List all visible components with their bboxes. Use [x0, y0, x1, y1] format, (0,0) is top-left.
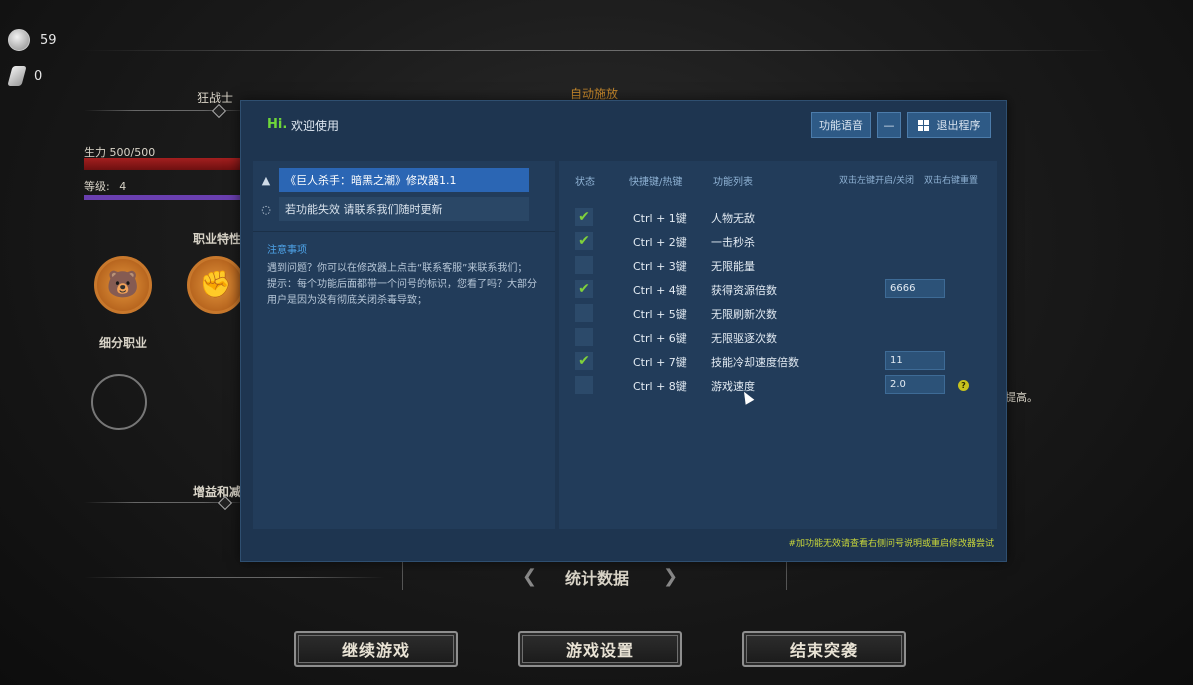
feature-label: 技能冷却速度倍数 [711, 356, 799, 369]
crystal-shard-icon [7, 66, 27, 86]
gear-icon: ◌ [261, 202, 271, 216]
cheat-row[interactable]: ✔ Ctrl + 4键 获得资源倍数 [559, 277, 997, 301]
col-toggle-hint: 双击左键开启/关闭 [839, 176, 915, 186]
stats-sep-right [786, 560, 787, 590]
col-status: 状态 [575, 177, 595, 188]
trainer-header: Hi. 欢迎使用 功能语音 — 退出程序 [241, 101, 1006, 149]
fist-medal-icon[interactable]: ✊ [187, 256, 245, 314]
cheat-row[interactable]: ✔ Ctrl + 1键 人物无敌 [559, 205, 997, 229]
level-value: 4 [119, 180, 127, 193]
col-features: 功能列表 [713, 177, 753, 188]
status-checkbox[interactable]: ✔ [575, 280, 593, 298]
buffs-label: 增益和减 [193, 485, 242, 499]
footer-note: #加功能无效请查看右侧问号说明或重启修改器尝试 [788, 539, 994, 549]
feature-label: 获得资源倍数 [711, 284, 777, 297]
help-question-icon[interactable]: ? [958, 380, 969, 391]
cheat-row[interactable]: Ctrl + 6键 无限驱逐次数 [559, 325, 997, 349]
game-settings-button[interactable]: 游戏设置 [518, 631, 682, 667]
bear-medal-icon[interactable]: 🐻 [94, 256, 152, 314]
cheat-row[interactable]: Ctrl + 8键 游戏速度 ? [559, 373, 997, 397]
status-checkbox[interactable] [575, 376, 593, 394]
col-hotkey: 快捷键/热键 [629, 177, 683, 188]
class-diamond [211, 103, 227, 119]
menu-item-update-label: 若功能失效 请联系我们随时更新 [279, 197, 529, 221]
notes-section: 注意事项 遇到问题？你可以在修改器上点击“联系客服”来联系我们；提示：每个功能后… [267, 243, 537, 309]
voice-button[interactable]: 功能语音 [811, 112, 871, 138]
status-checkbox[interactable]: ✔ [575, 232, 593, 250]
left-panel: ▲ 《巨人杀手：暗黑之潮》修改器1.1 ◌ 若功能失效 请联系我们随时更新 注意… [253, 161, 555, 529]
hotkey-label: Ctrl + 5键 [633, 308, 687, 321]
cheat-list-panel: 状态 快捷键/热键 功能列表 双击左键开启/关闭 双击右键重置 ✔ Ctrl +… [559, 161, 997, 529]
welcome-label: 欢迎使用 [291, 119, 340, 133]
stats-divider-left [84, 577, 384, 578]
level-row: 等级: 4 [84, 178, 126, 194]
stats-title: 统计数据 [565, 569, 630, 588]
hotkey-label: Ctrl + 7键 [633, 356, 687, 369]
status-checkbox[interactable] [575, 304, 593, 322]
hotkey-label: Ctrl + 1键 [633, 212, 687, 225]
status-checkbox[interactable]: ✔ [575, 208, 593, 226]
resource-coins: 59 [8, 29, 57, 51]
hotkey-label: Ctrl + 6键 [633, 332, 687, 345]
exit-button[interactable]: 退出程序 [907, 112, 991, 138]
continue-game-button[interactable]: 继续游戏 [294, 631, 458, 667]
hp-bar [84, 158, 244, 170]
status-checkbox[interactable] [575, 256, 593, 274]
notes-title: 注意事项 [267, 245, 307, 256]
hotkey-label: Ctrl + 4键 [633, 284, 687, 297]
trainer-window: Hi. 欢迎使用 功能语音 — 退出程序 ▲ 《巨人杀手：暗黑之潮》修改器1.1… [240, 100, 1007, 562]
coin-count: 59 [40, 32, 57, 48]
cooldown-multiplier-input[interactable] [885, 351, 945, 370]
col-reset-hint: 双击右键重置 [924, 176, 979, 186]
hotkey-label: Ctrl + 8键 [633, 380, 687, 393]
cheat-row[interactable]: Ctrl + 3键 无限能量 [559, 253, 997, 277]
chevron-right-icon[interactable]: ❯ [663, 566, 678, 587]
game-speed-input[interactable] [885, 375, 945, 394]
menu-item-title-label: 《巨人杀手：暗黑之潮》修改器1.1 [279, 168, 529, 192]
user-icon: ▲ [261, 173, 271, 187]
notes-text: 遇到问题？你可以在修改器上点击“联系客服”来联系我们；提示：每个功能后面都带一个… [267, 263, 537, 306]
windows-icon [917, 119, 929, 131]
left-divider [253, 231, 555, 232]
cheat-row[interactable]: ✔ Ctrl + 7键 技能冷却速度倍数 [559, 349, 997, 373]
hotkey-label: Ctrl + 3键 [633, 260, 687, 273]
status-checkbox[interactable]: ✔ [575, 352, 593, 370]
class-name: 狂战士 [197, 91, 234, 105]
status-checkbox[interactable] [575, 328, 593, 346]
stats-sep-left [402, 560, 403, 590]
subclass-label: 细分职业 [99, 336, 148, 350]
menu-item-title[interactable]: ▲ 《巨人杀手：暗黑之潮》修改器1.1 [253, 168, 543, 192]
chevron-left-icon[interactable]: ❮ [522, 566, 537, 587]
cheat-row[interactable]: Ctrl + 5键 无限刷新次数 [559, 301, 997, 325]
right-text-fragment: 提高。 [1005, 391, 1038, 404]
silver-coin-icon [8, 29, 30, 51]
shard-count: 0 [34, 68, 43, 84]
minimize-button[interactable]: — [877, 112, 901, 138]
class-divider [84, 110, 254, 111]
hi-label: Hi. [267, 117, 288, 132]
level-label: 等级: [84, 180, 110, 193]
menu-item-update[interactable]: ◌ 若功能失效 请联系我们随时更新 [253, 197, 543, 221]
feature-label: 一击秒杀 [711, 236, 755, 249]
end-raid-button[interactable]: 结束突袭 [742, 631, 906, 667]
class-traits-label: 职业特性 [193, 232, 242, 246]
feature-label: 人物无敌 [711, 212, 755, 225]
resource-multiplier-input[interactable] [885, 279, 945, 298]
resource-shards: 0 [7, 66, 43, 86]
top-divider [80, 50, 1110, 51]
cheat-row[interactable]: ✔ Ctrl + 2键 一击秒杀 [559, 229, 997, 253]
feature-label: 无限刷新次数 [711, 308, 777, 321]
empty-slot-ring[interactable] [91, 374, 147, 430]
feature-label: 无限能量 [711, 260, 755, 273]
hotkey-label: Ctrl + 2键 [633, 236, 687, 249]
exit-label: 退出程序 [936, 119, 981, 132]
feature-label: 无限驱逐次数 [711, 332, 777, 345]
xp-bar [84, 195, 244, 200]
